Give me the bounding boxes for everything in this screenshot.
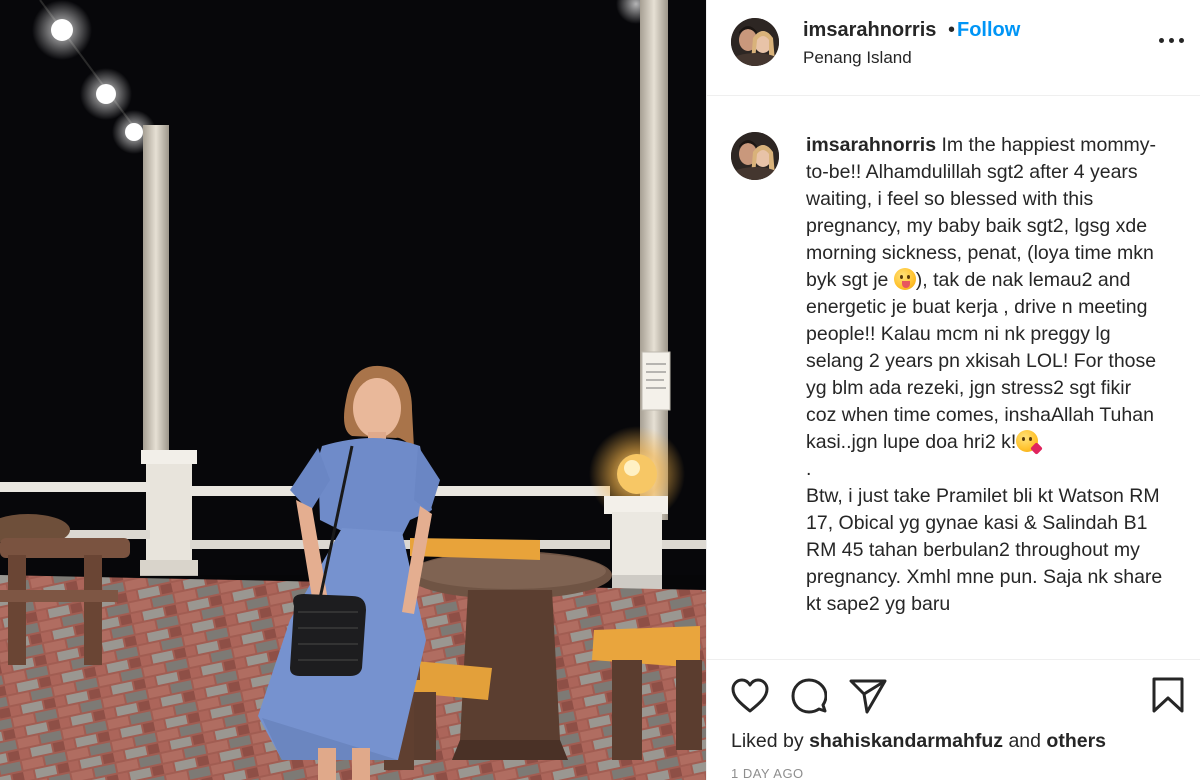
username-link[interactable]: imsarahnorris [803, 19, 936, 42]
caption-avatar[interactable] [731, 132, 779, 180]
follow-button[interactable]: Follow [957, 19, 1020, 42]
more-dot [1159, 38, 1164, 43]
post-sidebar: imsarahnorris • Follow Penang Island ims… [706, 0, 1200, 780]
avatar-image [731, 18, 779, 66]
avatar-image [731, 132, 779, 180]
liked-by-user-link[interactable]: shahiskandarmahfuz [809, 730, 1003, 752]
zany-face-emoji [893, 268, 916, 290]
comments-scroll-area[interactable]: imsarahnorris Im the happiest mommy-to-b… [707, 96, 1200, 660]
avatar[interactable] [731, 18, 779, 66]
emoji-tongue [901, 281, 910, 288]
heart-icon[interactable] [731, 678, 769, 714]
caption-text: ), tak de nak lemau2 and energetic je bu… [806, 269, 1162, 453]
photo-scene [0, 0, 706, 780]
location-link[interactable]: Penang Island [803, 48, 912, 68]
likes-summary: Liked by shahiskandarmahfuz and others [731, 730, 1106, 753]
post-timestamp[interactable]: 1 DAY AGO [731, 766, 804, 780]
post-photo[interactable] [0, 0, 706, 780]
likes-prefix: Liked by [731, 730, 810, 752]
likes-middle: and [1003, 730, 1047, 752]
post-header: imsarahnorris • Follow Penang Island [707, 0, 1200, 96]
comment-icon[interactable] [791, 678, 827, 714]
send-icon[interactable] [849, 678, 887, 714]
more-dot [1179, 38, 1184, 43]
separator-dot: • [948, 19, 956, 41]
emoji-heart [1030, 442, 1044, 455]
post-caption: imsarahnorris Im the happiest mommy-to-b… [806, 132, 1166, 618]
caption-text: . Btw, i just take Pramilet bli kt Watso… [806, 458, 1163, 615]
more-dot [1169, 38, 1174, 43]
caption-text: Im the happiest mommy-to-be!! Alhamdulil… [806, 134, 1160, 291]
post-actions: Liked by shahiskandarmahfuz and others 1… [707, 660, 1200, 780]
bookmark-icon[interactable] [1151, 676, 1185, 714]
kissing-face-emoji [1016, 430, 1044, 455]
likes-others-link[interactable]: others [1046, 730, 1106, 752]
more-horizontal-icon[interactable] [1157, 30, 1187, 50]
caption-username-link[interactable]: imsarahnorris [806, 134, 936, 156]
